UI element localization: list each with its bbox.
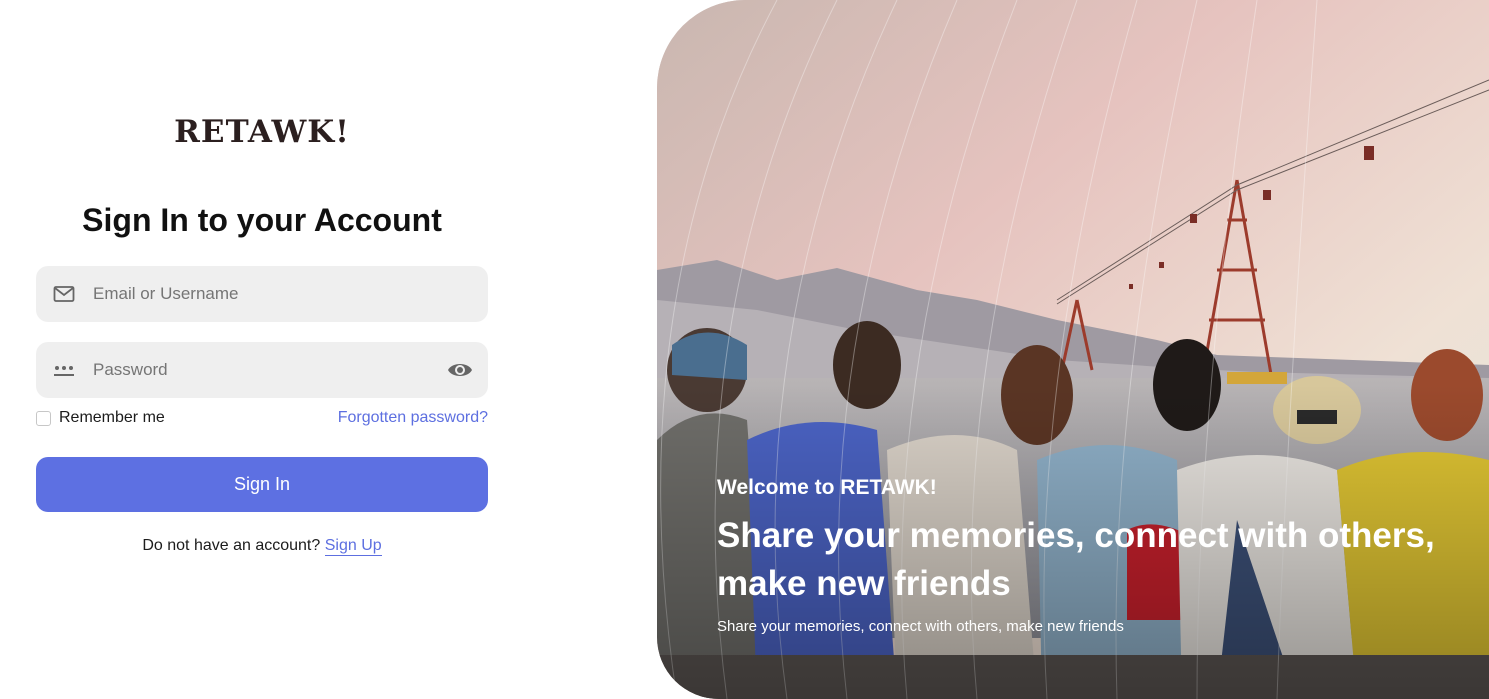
password-dots-icon <box>54 366 74 376</box>
signup-prompt: Do not have an account? Sign Up <box>36 537 488 556</box>
email-field <box>36 266 488 322</box>
page-title: Sign In to your Account <box>82 202 442 238</box>
hero-welcome: Welcome to RETAWK! <box>717 476 937 499</box>
hero-panel: Welcome to RETAWK! Share your memories, … <box>657 0 1489 699</box>
hero-headline: Share your memories, connect with others… <box>717 516 1435 603</box>
hero-subline: Share your memories, connect with others… <box>717 618 1124 635</box>
sign-in-panel: RETAWK! Sign In to your Account Remember… <box>0 0 657 699</box>
mail-icon <box>53 286 75 302</box>
password-field <box>36 342 488 398</box>
forgot-password-link[interactable]: Forgotten password? <box>338 409 488 427</box>
email-input[interactable] <box>93 266 453 322</box>
password-input[interactable] <box>93 342 453 398</box>
sign-in-button[interactable]: Sign In <box>36 457 488 512</box>
hero-text: Welcome to RETAWK! Share your memories, … <box>717 476 1489 635</box>
brand-logo: RETAWK! <box>174 114 350 150</box>
no-account-text: Do not have an account? <box>142 537 321 554</box>
remember-label: Remember me <box>59 409 165 426</box>
remember-me[interactable]: Remember me <box>36 409 165 427</box>
sign-up-link[interactable]: Sign Up <box>324 537 382 556</box>
remember-checkbox[interactable] <box>36 410 51 426</box>
eye-icon[interactable] <box>447 359 473 381</box>
